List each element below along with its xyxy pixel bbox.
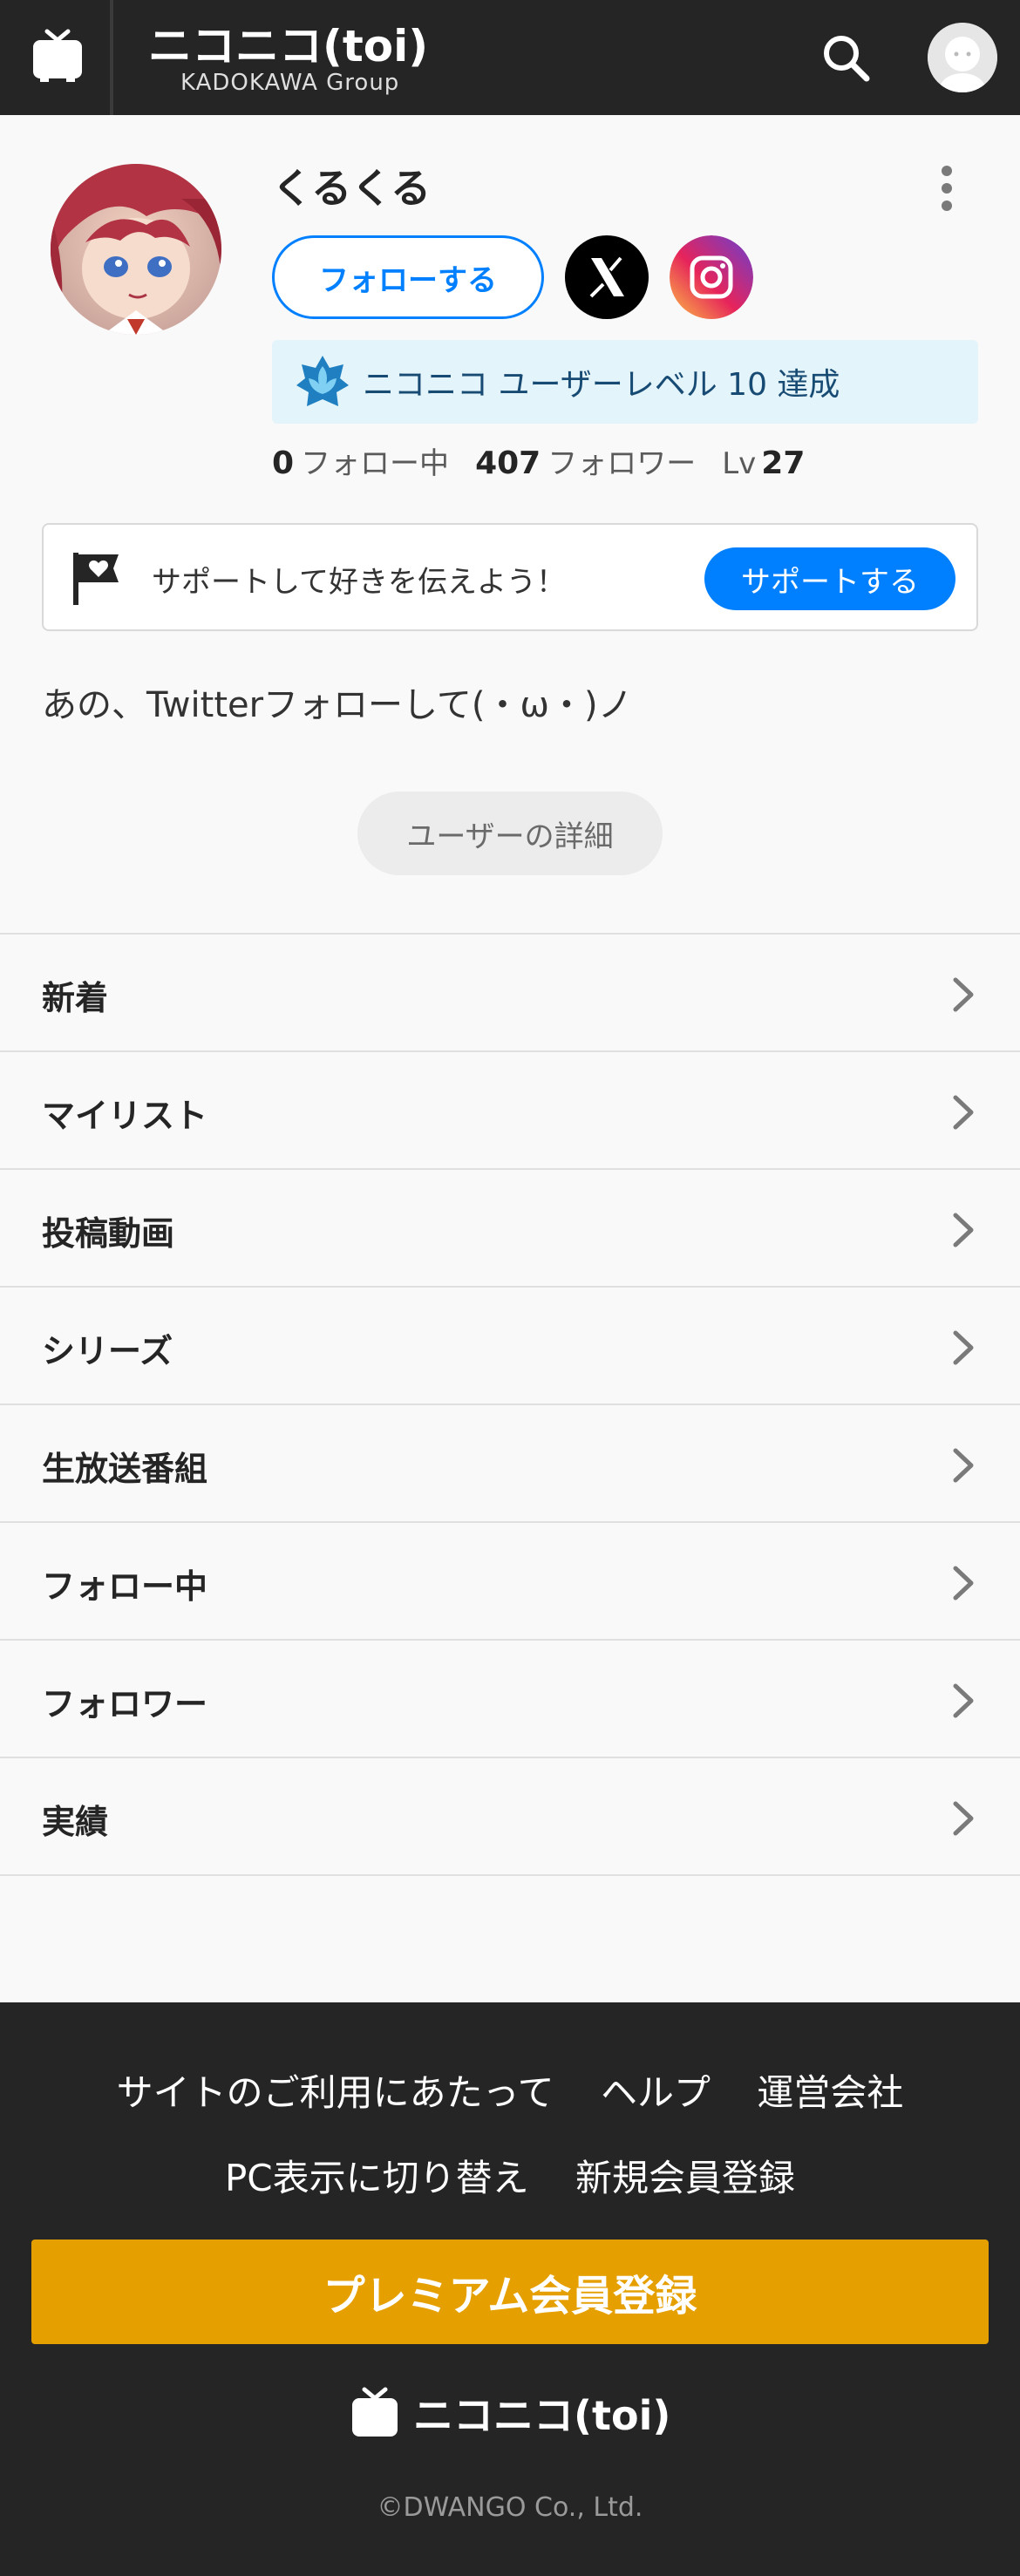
chevron-right-icon <box>953 1448 974 1483</box>
menu-item-label: マイリスト <box>42 1097 208 1135</box>
chevron-right-icon <box>953 1683 974 1718</box>
svg-text:ニコニコ(toi): ニコニコ(toi) <box>413 2392 670 2439</box>
profile-stats: 0 フォロー中 407 フォロワー Lv 27 <box>272 439 812 482</box>
menu-item-label: 生放送番組 <box>42 1450 208 1488</box>
more-options-icon[interactable] <box>933 162 961 214</box>
menu-item-videos[interactable]: 投稿動画 <box>0 1170 1020 1288</box>
x-icon[interactable] <box>565 235 649 319</box>
footer-niconico-logo[interactable]: ニコニコ(toi) <box>349 2382 680 2443</box>
chevron-right-icon <box>953 1566 974 1601</box>
footer-links-row2: PC表示に切り替え 新規会員登録 <box>0 2149 1020 2202</box>
menu-item-label: シリーズ <box>42 1332 173 1370</box>
chevron-right-icon <box>953 1330 974 1365</box>
user-avatar-icon[interactable] <box>928 23 997 92</box>
footer-link-terms[interactable]: サイトのご利用にあたって <box>117 2071 554 2114</box>
footer-link-register[interactable]: 新規会員登録 <box>575 2157 795 2199</box>
following-count[interactable]: 0 <box>272 445 294 481</box>
tv-icon[interactable] <box>30 28 85 84</box>
instagram-icon[interactable] <box>670 235 753 319</box>
user-name: くるくる <box>272 165 432 212</box>
followers-label[interactable]: フォロワー <box>547 439 696 482</box>
kadokawa-group-label: KADOKAWA Group <box>180 70 400 96</box>
chevron-right-icon <box>953 1801 974 1836</box>
support-message: サポートして好きを伝えよう！ <box>152 565 566 600</box>
tv-icon <box>352 2387 398 2437</box>
user-menu-list: 新着 マイリスト 投稿動画 シリーズ 生放送番組 フォロー中 フォロワー 実績 <box>0 933 1020 1876</box>
support-button[interactable]: サポートする <box>704 547 955 610</box>
search-icon[interactable] <box>819 31 872 84</box>
user-level-banner[interactable]: ニコニコ ユーザーレベル 10 達成 <box>272 340 978 424</box>
footer-link-pc-view[interactable]: PC表示に切り替え <box>225 2157 529 2199</box>
menu-item-label: 投稿動画 <box>42 1214 175 1253</box>
footer-link-help[interactable]: ヘルプ <box>601 2071 711 2114</box>
menu-item-label: 新着 <box>42 979 109 1017</box>
level-label: Lv <box>722 446 757 481</box>
copyright-text: ©DWANGO Co., Ltd. <box>377 2492 643 2523</box>
support-box: サポートして好きを伝えよう！ サポートする <box>42 523 978 631</box>
chevron-right-icon <box>953 977 974 1012</box>
premium-register-button[interactable]: プレミアム会員登録 <box>31 2240 989 2344</box>
followers-count[interactable]: 407 <box>475 445 541 481</box>
user-level-text: ニコニコ ユーザーレベル 10 達成 <box>363 367 840 403</box>
level-value: 27 <box>761 445 806 481</box>
menu-item-followers[interactable]: フォロワー <box>0 1641 1020 1758</box>
following-label[interactable]: フォロー中 <box>301 439 449 482</box>
user-detail-button[interactable]: ユーザーの詳細 <box>357 792 663 875</box>
footer-link-company[interactable]: 運営会社 <box>757 2071 903 2114</box>
chevron-right-icon <box>953 1213 974 1247</box>
menu-item-label: フォロワー <box>42 1685 208 1723</box>
top-header: ニコニコ(toi) KADOKAWA Group <box>0 0 1020 115</box>
page-footer: サイトのご利用にあたって ヘルプ 運営会社 PC表示に切り替え 新規会員登録 プ… <box>0 2002 1020 2576</box>
niconico-logo[interactable]: ニコニコ(toi) <box>148 19 427 70</box>
menu-item-live[interactable]: 生放送番組 <box>0 1405 1020 1523</box>
level-badge-icon <box>296 356 349 406</box>
menu-item-following[interactable]: フォロー中 <box>0 1523 1020 1641</box>
footer-links-row1: サイトのご利用にあたって ヘルプ 運営会社 <box>0 2063 1020 2117</box>
header-divider <box>110 0 113 115</box>
menu-item-label: 実績 <box>42 1803 109 1841</box>
user-description: あの、Twitterフォローして(・ω・)ノ <box>42 685 633 725</box>
follow-button[interactable]: フォローする <box>272 235 544 319</box>
profile-avatar <box>51 164 221 335</box>
chevron-right-icon <box>953 1095 974 1130</box>
menu-item-new[interactable]: 新着 <box>0 935 1020 1052</box>
menu-item-achievements[interactable]: 実績 <box>0 1758 1020 1876</box>
flag-heart-icon <box>73 553 119 605</box>
menu-item-mylist[interactable]: マイリスト <box>0 1052 1020 1170</box>
menu-item-series[interactable]: シリーズ <box>0 1288 1020 1405</box>
menu-item-label: フォロー中 <box>42 1567 208 1606</box>
svg-text:ニコニコ(toi): ニコニコ(toi) <box>148 21 427 70</box>
